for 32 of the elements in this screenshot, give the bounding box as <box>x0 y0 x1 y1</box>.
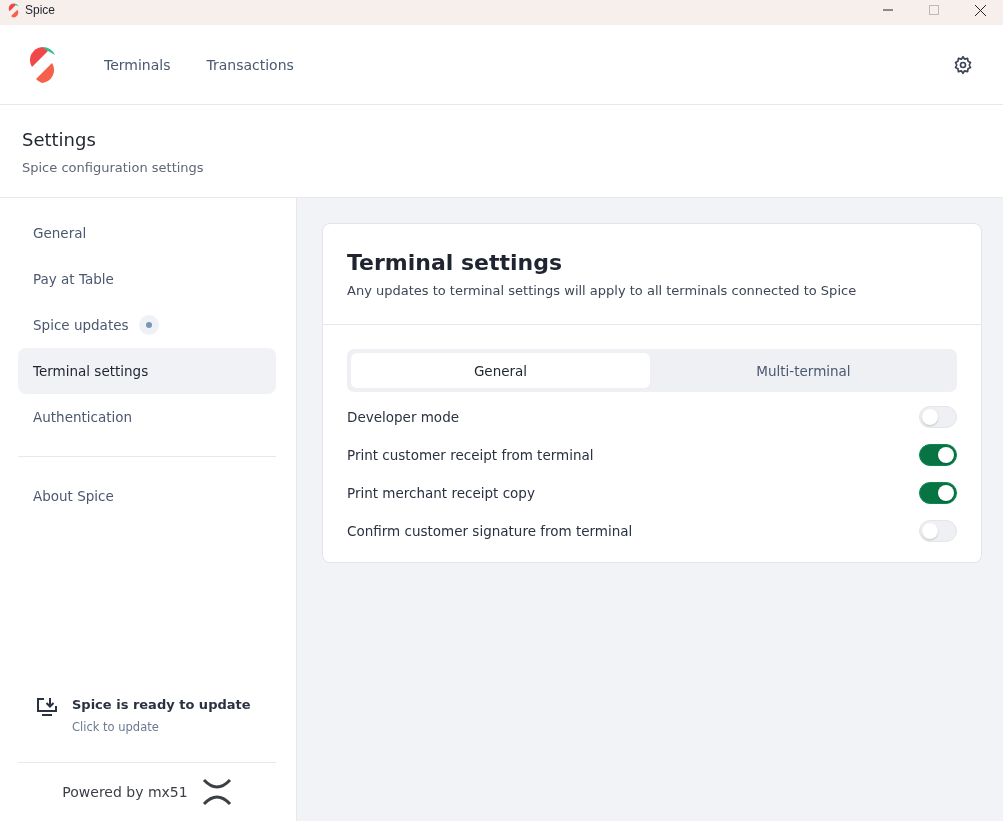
tab[interactable]: Multi-terminal <box>654 353 953 388</box>
app-icon <box>8 2 19 18</box>
sidebar-item[interactable]: Pay at Table <box>18 256 276 302</box>
toggle-switch[interactable] <box>919 482 957 504</box>
update-title: Spice is ready to update <box>72 697 251 712</box>
update-action: Click to update <box>72 720 160 734</box>
download-icon <box>36 697 58 717</box>
nav-link[interactable]: Terminals <box>86 48 189 81</box>
sidebar-item[interactable]: About Spice <box>18 473 276 519</box>
settings-icon[interactable] <box>953 54 973 75</box>
toggle-switch[interactable] <box>919 444 957 466</box>
card-description: Any updates to terminal settings will apply to all terminals connected to Spice <box>347 283 858 298</box>
page-title: Settings <box>22 129 97 150</box>
page-subtitle: Spice configuration settings <box>22 160 205 175</box>
sidebar-item[interactable]: Authentication <box>18 394 276 440</box>
setting-label: Developer mode <box>347 409 459 425</box>
setting-label: Print merchant receipt copy <box>347 485 535 501</box>
mx51-logo-icon <box>201 778 232 806</box>
close-icon[interactable] <box>974 4 986 16</box>
notification-dot <box>138 315 159 335</box>
window-title: Spice <box>25 3 57 17</box>
setting-label: Print customer receipt from terminal <box>347 447 594 463</box>
tab[interactable]: General <box>351 353 650 388</box>
sidebar-item[interactable]: Spice updates <box>18 302 276 348</box>
setting-label: Confirm customer signature from terminal <box>347 523 633 539</box>
powered-by-text: Powered by mx51 <box>62 784 188 800</box>
sidebar-item[interactable]: General <box>18 210 276 256</box>
update-notice[interactable]: Spice is ready to update Click to update <box>18 697 276 762</box>
nav-link[interactable]: Transactions <box>188 48 312 81</box>
card-title: Terminal settings <box>347 250 564 275</box>
logo-icon <box>28 45 56 84</box>
sidebar-item[interactable]: Terminal settings <box>18 348 276 394</box>
